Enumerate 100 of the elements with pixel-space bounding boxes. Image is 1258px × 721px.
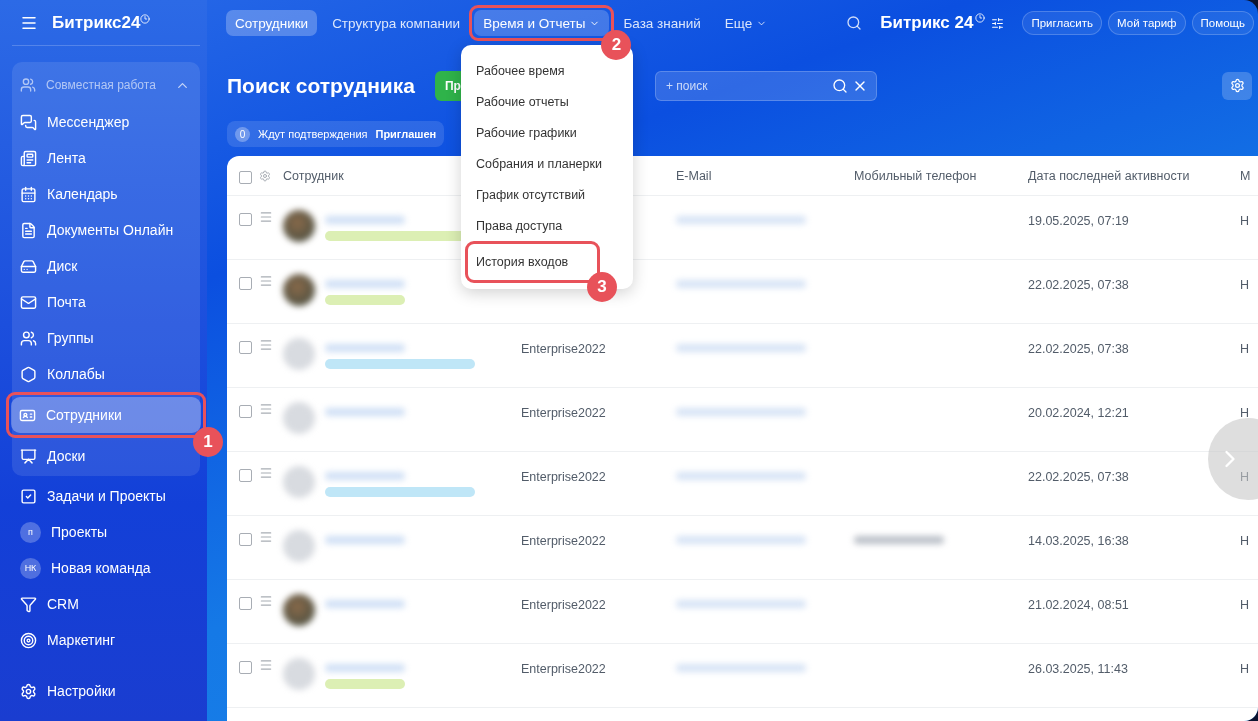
table-cell-text: Enterprise2022	[521, 661, 607, 676]
menu-item-icon	[20, 631, 37, 649]
page-title: Поиск сотрудника	[227, 73, 415, 98]
menu-item[interactable]: Права доступа	[461, 210, 633, 241]
table-cell-text: 22.02.2025, 07:38	[1028, 469, 1130, 484]
menu-item-icon	[20, 447, 37, 465]
column-header: М	[1240, 168, 1252, 183]
table-cell-text: Enterprise2022	[521, 597, 607, 612]
gear-icon	[1229, 78, 1245, 93]
table-cell-text: 20.02.2024, 12:21	[1028, 405, 1130, 420]
checkbox[interactable]	[239, 469, 252, 482]
nav-tab[interactable]: Время и Отчеты	[474, 10, 610, 36]
checkbox[interactable]	[239, 661, 252, 674]
drag-handle-icon[interactable]	[259, 466, 273, 480]
sidebar-item[interactable]: Задачи и Проекты	[12, 478, 176, 514]
sidebar-item[interactable]: п Проекты	[12, 514, 118, 550]
sliders-icon[interactable]	[991, 16, 1005, 30]
checkbox[interactable]	[239, 533, 252, 546]
sidebar-item[interactable]: Доски	[12, 438, 96, 474]
column-header: Дата последней активности	[1028, 168, 1191, 183]
table-cell-text: Enterprise2022	[521, 405, 607, 420]
table-cell-text: 22.02.2025, 07:38	[1028, 341, 1130, 356]
filter-chip[interactable]: Приглашен	[375, 128, 437, 140]
menu-item-icon	[20, 113, 37, 131]
column-header: Мобильный телефон	[854, 168, 978, 183]
nav-tab[interactable]: Сотрудники	[226, 10, 318, 36]
checkbox[interactable]	[239, 597, 252, 610]
sidebar-item[interactable]: НК Новая команда	[12, 550, 161, 586]
drag-handle-icon[interactable]	[259, 658, 273, 672]
menu-item[interactable]: График отсутствий	[461, 179, 633, 210]
table-cell-text: Н	[1240, 533, 1251, 548]
sidebar-item[interactable]: Почта	[12, 284, 96, 320]
table-cell-text: Н	[1240, 661, 1251, 676]
table-cell-text: 22.02.2025, 07:38	[1028, 277, 1130, 292]
drag-handle-icon[interactable]	[259, 530, 273, 544]
menu-item[interactable]: История входов	[468, 244, 597, 280]
sidebar-item[interactable]: Сотрудники	[11, 397, 201, 433]
sidebar-item[interactable]: Мессенджер	[12, 104, 140, 140]
header-button[interactable]: Пригласить	[1022, 11, 1103, 35]
search-field[interactable]: + поиск	[654, 70, 877, 101]
project-avatar: НК	[20, 557, 41, 579]
project-avatar: п	[20, 521, 41, 543]
drag-handle-icon[interactable]	[259, 338, 273, 352]
table-cell-text: 21.02.2024, 08:51	[1028, 597, 1130, 612]
callout-badge: 3	[587, 272, 617, 302]
menu-item-icon	[20, 487, 37, 505]
checkbox[interactable]	[239, 405, 252, 418]
settings-icon[interactable]	[259, 169, 271, 182]
menu-item[interactable]: Собрания и планерки	[461, 148, 633, 179]
sidebar-item[interactable]: Календарь	[12, 176, 128, 212]
search-icon[interactable]	[831, 77, 848, 94]
drag-handle-icon[interactable]	[259, 210, 273, 224]
sidebar-item[interactable]: Группы	[12, 320, 104, 356]
menu-item-icon	[20, 257, 37, 275]
settings-item[interactable]: Настройки	[12, 673, 126, 709]
logo: Битрикс 24	[880, 13, 974, 33]
filter-chip[interactable]: Ждут подтверждения	[258, 128, 368, 140]
drag-handle-icon[interactable]	[259, 402, 273, 416]
nav-tab[interactable]: Структура компании	[323, 10, 470, 36]
sidebar-item[interactable]: Лента	[12, 140, 96, 176]
column-header: Сотрудник	[283, 168, 345, 183]
table-cell-text: Н	[1240, 277, 1251, 292]
drag-handle-icon[interactable]	[259, 274, 273, 288]
drag-handle-icon[interactable]	[259, 594, 273, 608]
clock-icon	[975, 13, 986, 23]
checkbox[interactable]	[239, 277, 252, 290]
checkbox[interactable]	[239, 170, 252, 184]
sidebar-item[interactable]: CRM	[12, 586, 89, 622]
sidebar-item[interactable]: Диск	[12, 248, 88, 284]
checkbox[interactable]	[239, 341, 252, 354]
sidebar-item[interactable]: Маркетинг	[12, 622, 126, 658]
table-cell-text: Н	[1240, 213, 1251, 228]
table-cell-text: Enterprise2022	[521, 533, 607, 548]
table-cell-text: Н	[1240, 469, 1251, 484]
table-cell-text: 26.03.2025, 11:43	[1028, 661, 1129, 676]
group-icon	[20, 77, 36, 93]
menu-item-icon	[20, 329, 37, 347]
sidebar-item[interactable]: Коллабы	[12, 356, 115, 392]
table-cell-text: Н	[1240, 597, 1251, 612]
menu-item-icon	[20, 595, 37, 613]
menu-item[interactable]: Рабочие графики	[461, 117, 633, 148]
search-input[interactable]: + поиск	[663, 77, 828, 94]
settings-icon	[20, 682, 37, 700]
menu-item-icon	[20, 185, 37, 203]
sidebar-item[interactable]: Документы Онлайн	[12, 212, 184, 248]
header-button[interactable]: Помощь	[1191, 11, 1254, 35]
table-cell-text: Н	[1240, 341, 1251, 356]
nav-tab[interactable]: Еще	[715, 10, 777, 36]
callout-badge: 1	[193, 427, 223, 457]
settings-button[interactable]	[1222, 71, 1252, 100]
table-cell-text: Enterprise2022	[521, 341, 607, 356]
column-header: E-Mail	[676, 168, 713, 183]
menu-item-icon	[20, 221, 37, 239]
count-badge: 0	[235, 126, 250, 142]
clock-icon	[140, 13, 151, 24]
table-cell-text: 19.05.2025, 07:19	[1028, 213, 1130, 228]
table-cell-text: 14.03.2025, 16:38	[1028, 533, 1130, 548]
checkbox[interactable]	[239, 213, 252, 226]
search-icon[interactable]	[846, 15, 863, 31]
header-button[interactable]: Мой тариф	[1108, 11, 1186, 35]
